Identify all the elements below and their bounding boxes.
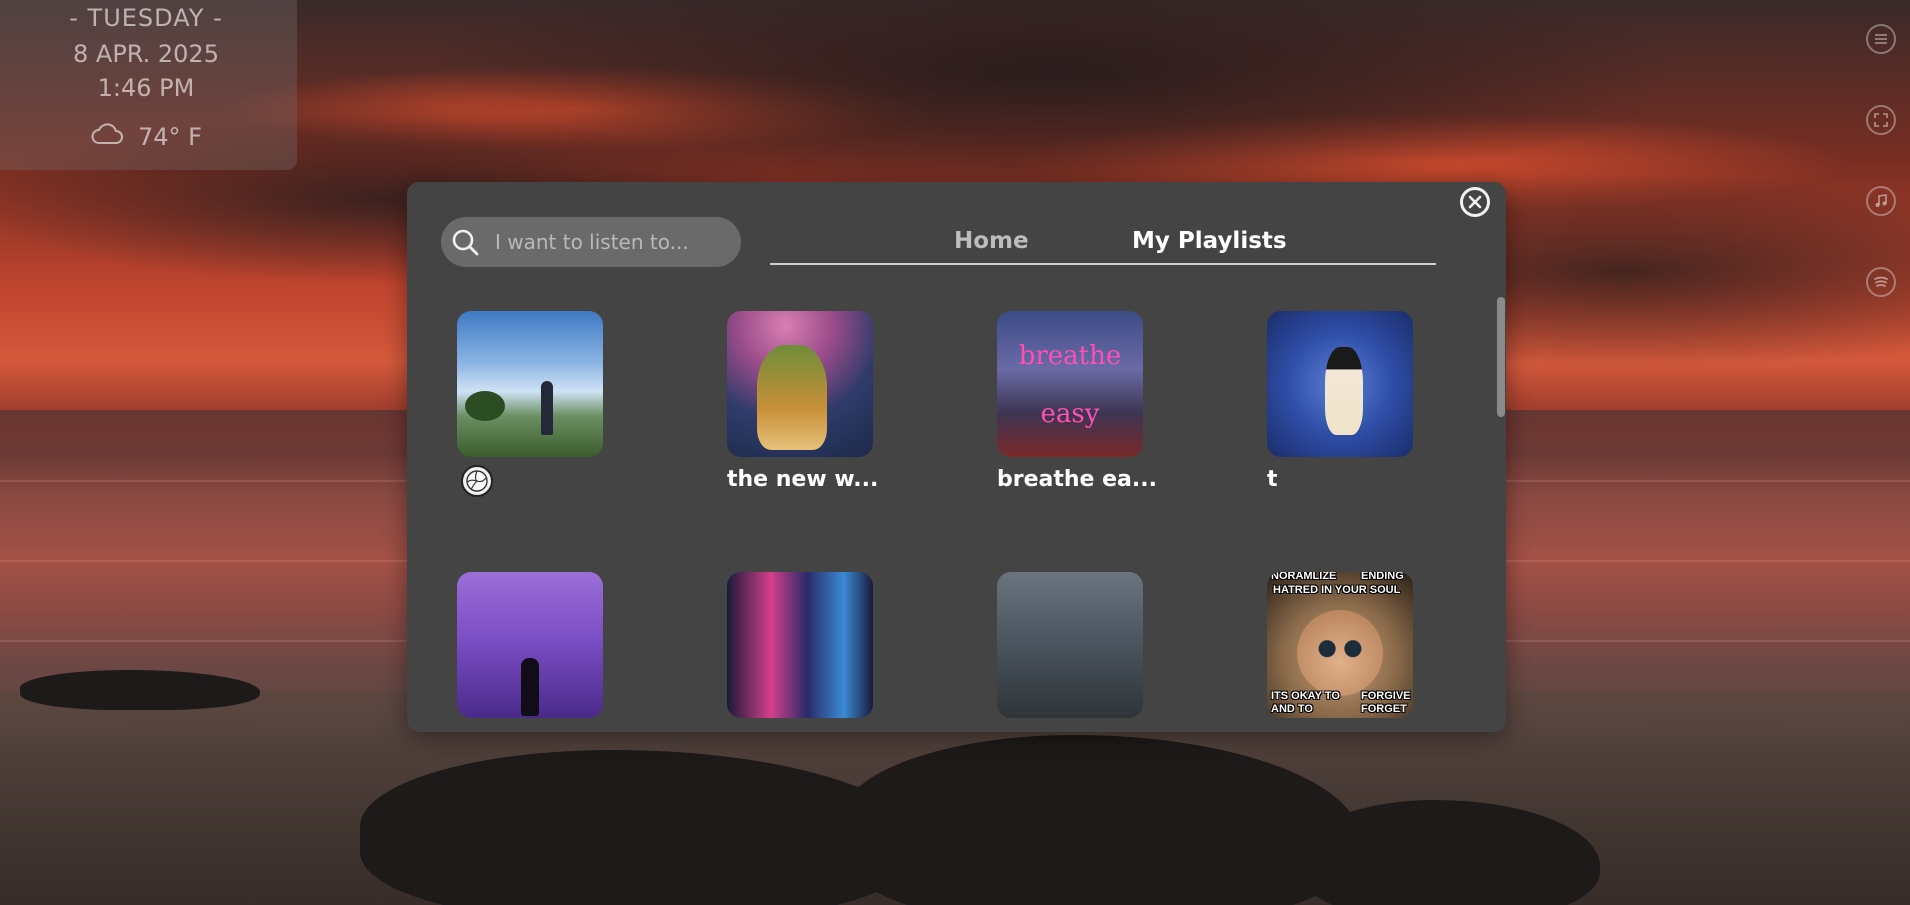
playlist-cover[interactable]	[997, 572, 1143, 718]
clock-date: 8 APR. 2025	[73, 40, 219, 68]
temperature: 74° F	[138, 123, 202, 151]
playlist-cover[interactable]	[727, 311, 873, 457]
cover-cat	[1297, 610, 1383, 696]
playlist-cover[interactable]: breathe easy	[997, 311, 1143, 457]
playlist-card[interactable]	[727, 572, 873, 718]
cover-text: HATRED IN YOUR SOUL	[1273, 584, 1401, 596]
menu-icon[interactable]	[1866, 24, 1896, 54]
tab-bar: Home My Playlists	[770, 218, 1436, 265]
search-input[interactable]	[495, 230, 730, 254]
playlist-title[interactable]: t	[1267, 467, 1413, 492]
cloud-icon	[90, 122, 124, 152]
close-icon	[1468, 195, 1482, 209]
cover-silhouette	[521, 658, 539, 716]
cover-turtle	[757, 345, 827, 450]
cover-text: ENDING	[1361, 572, 1404, 582]
playlist-card[interactable]: breathe easy breathe ea...	[997, 311, 1157, 492]
music-note-icon[interactable]	[1866, 186, 1896, 216]
playlist-card[interactable]	[457, 311, 603, 467]
search-icon	[441, 217, 489, 267]
clock-widget: - TUESDAY - 8 APR. 2025 1:46 PM 74° F	[0, 0, 297, 170]
playlist-cover[interactable]	[457, 311, 603, 457]
playlist-card[interactable]	[997, 572, 1143, 718]
clock-day: - TUESDAY -	[69, 4, 223, 32]
playlist-title[interactable]: breathe ea...	[997, 467, 1157, 492]
scrollbar-thumb[interactable]	[1497, 297, 1505, 417]
playlist-cover[interactable]	[1267, 311, 1413, 457]
playlist-cover[interactable]	[457, 572, 603, 718]
spotify-icon[interactable]	[1866, 267, 1896, 297]
cover-text: ITS OKAY TO	[1271, 690, 1340, 702]
playlist-cover[interactable]	[727, 572, 873, 718]
cover-figure	[1325, 347, 1363, 435]
playlist-card[interactable]: t	[1267, 311, 1413, 492]
playlist-card[interactable]: NORAMLIZE ENDING HATRED IN YOUR SOUL ITS…	[1267, 572, 1413, 718]
cover-person	[541, 381, 553, 435]
cover-text: FORGET	[1361, 703, 1407, 715]
volleyball-icon	[461, 465, 493, 497]
weather: 74° F	[90, 122, 202, 152]
playlist-cover[interactable]: NORAMLIZE ENDING HATRED IN YOUR SOUL ITS…	[1267, 572, 1413, 718]
playlist-card[interactable]	[457, 572, 603, 718]
clock-time: 1:46 PM	[97, 74, 195, 102]
cover-tree	[465, 391, 505, 421]
search-bar[interactable]	[441, 217, 741, 267]
wallpaper-rock	[20, 670, 260, 710]
close-button[interactable]	[1460, 187, 1490, 217]
cover-text: AND TO	[1271, 703, 1313, 715]
playlist-card[interactable]: the new w...	[727, 311, 878, 492]
tab-my-playlists[interactable]: My Playlists	[1132, 228, 1287, 254]
cover-text: breathe	[1018, 341, 1122, 371]
cover-text: easy	[1040, 399, 1100, 429]
cover-text: FORGIVE	[1361, 690, 1411, 702]
playlist-title[interactable]: the new w...	[727, 467, 878, 492]
fullscreen-icon[interactable]	[1866, 105, 1896, 135]
tab-home[interactable]: Home	[954, 228, 1029, 254]
cover-text: NORAMLIZE	[1271, 572, 1337, 582]
music-modal: Home My Playlists the new w... breathe e…	[407, 182, 1506, 732]
